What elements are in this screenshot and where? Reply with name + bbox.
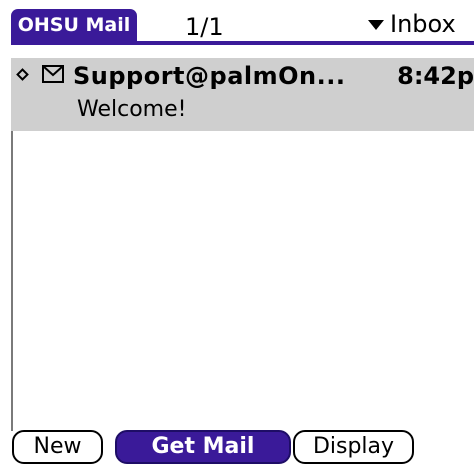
triangle-down-icon xyxy=(368,20,384,30)
display-button[interactable]: Display xyxy=(293,430,414,464)
folder-label: Inbox xyxy=(390,10,456,38)
title-bar: OHSU Mail 1/1 Inbox xyxy=(0,0,474,45)
folder-picker[interactable]: Inbox xyxy=(368,9,456,39)
message-sender: Support@palmOn... xyxy=(73,62,346,90)
get-mail-button[interactable]: Get Mail xyxy=(115,430,291,464)
diamond-icon xyxy=(16,68,29,81)
envelope-icon xyxy=(42,65,64,83)
message-time: 8:42p xyxy=(397,62,474,90)
new-button[interactable]: New xyxy=(12,430,103,464)
message-list: Support@palmOn... 8:42p Welcome! xyxy=(11,58,474,131)
app-title[interactable]: OHSU Mail xyxy=(11,9,137,42)
message-row[interactable]: Support@palmOn... 8:42p Welcome! xyxy=(11,58,474,131)
message-counter: 1/1 xyxy=(185,13,224,41)
list-divider xyxy=(11,131,13,431)
title-underline xyxy=(11,41,474,45)
message-subject: Welcome! xyxy=(77,97,187,122)
